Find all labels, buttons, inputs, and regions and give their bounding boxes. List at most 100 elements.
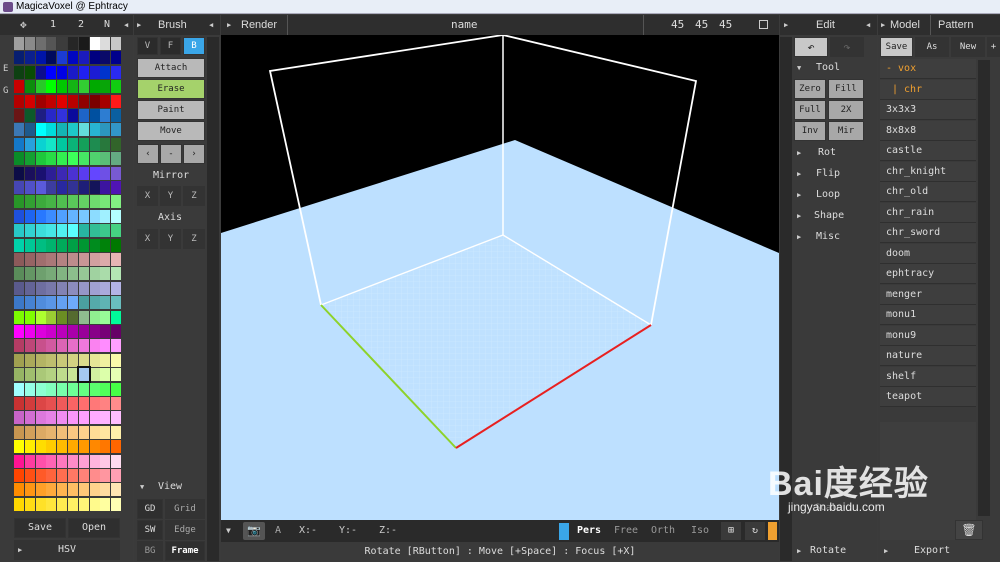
- palette-swatch[interactable]: [111, 253, 122, 266]
- palette-swatch[interactable]: [14, 152, 24, 166]
- palette-swatch[interactable]: [24, 310, 35, 324]
- palette-swatch[interactable]: [68, 339, 78, 353]
- palette-swatch[interactable]: [68, 253, 78, 266]
- palette-swatch[interactable]: [100, 181, 111, 194]
- brush-mode-f[interactable]: F: [160, 37, 181, 55]
- palette-swatch[interactable]: [46, 51, 57, 65]
- palette-swatch[interactable]: [68, 123, 78, 137]
- palette-swatch[interactable]: [78, 310, 89, 324]
- palette-swatch[interactable]: [24, 425, 35, 439]
- palette-swatch[interactable]: [78, 238, 89, 252]
- palette-swatch[interactable]: [57, 339, 68, 353]
- palette-swatch[interactable]: [35, 209, 46, 223]
- palette-swatch[interactable]: [46, 353, 57, 367]
- palette-swatch[interactable]: [35, 483, 46, 497]
- palette-swatch[interactable]: [68, 397, 78, 410]
- palette-swatch[interactable]: [46, 181, 57, 194]
- palette-swatch[interactable]: [78, 109, 89, 122]
- palette-tab-1[interactable]: 1: [50, 15, 56, 35]
- file-list-item[interactable]: | chr: [880, 79, 976, 100]
- expand-icon[interactable]: ▶: [881, 15, 885, 35]
- palette-swatch[interactable]: [24, 339, 35, 353]
- redo-icon[interactable]: ↷: [830, 37, 864, 57]
- file-list-item[interactable]: nature: [880, 346, 976, 366]
- model-name-field[interactable]: name: [451, 15, 478, 35]
- tab-model[interactable]: Model: [890, 15, 920, 35]
- palette-swatch[interactable]: [14, 51, 24, 65]
- palette-swatch[interactable]: [89, 37, 100, 50]
- palette-swatch[interactable]: [57, 454, 68, 468]
- palette-swatch[interactable]: [46, 281, 57, 295]
- palette-swatch[interactable]: [111, 368, 122, 382]
- palette-swatch[interactable]: [46, 94, 57, 108]
- palette-swatch[interactable]: [57, 397, 68, 410]
- brush-scrollbar[interactable]: [207, 37, 219, 561]
- palette-swatch[interactable]: [89, 80, 100, 94]
- palette-swatch[interactable]: [14, 296, 24, 310]
- palette-swatch[interactable]: [24, 94, 35, 108]
- erase-button[interactable]: Erase: [137, 79, 205, 99]
- palette-swatch[interactable]: [57, 325, 68, 338]
- palette-swatch[interactable]: [89, 382, 100, 396]
- palette-save-button[interactable]: Save: [14, 518, 66, 538]
- palette-swatch[interactable]: [68, 224, 78, 238]
- palette-swatch[interactable]: [14, 238, 24, 252]
- palette-swatch[interactable]: [68, 94, 78, 108]
- palette-swatch[interactable]: [14, 37, 24, 50]
- render-title[interactable]: Render: [241, 15, 277, 35]
- palette-swatch[interactable]: [35, 325, 46, 338]
- palette-swatch[interactable]: [89, 310, 100, 324]
- palette-swatch[interactable]: [100, 37, 111, 50]
- palette-swatch[interactable]: [100, 80, 111, 94]
- palette-swatch[interactable]: [78, 51, 89, 65]
- palette-swatch[interactable]: [76, 366, 91, 384]
- palette-swatch[interactable]: [57, 65, 68, 79]
- palette-swatch[interactable]: [111, 353, 122, 367]
- palette-swatch[interactable]: [57, 209, 68, 223]
- palette-swatch[interactable]: [57, 483, 68, 497]
- collapse-down-icon[interactable]: ▼: [226, 526, 231, 535]
- palette-swatch[interactable]: [89, 497, 100, 511]
- palette-swatch[interactable]: [89, 483, 100, 497]
- palette-swatch[interactable]: [14, 397, 24, 410]
- palette-swatch[interactable]: [24, 51, 35, 65]
- palette-swatch[interactable]: [24, 166, 35, 180]
- palette-tab-2[interactable]: 2: [78, 15, 84, 35]
- size-x[interactable]: 45: [671, 15, 684, 35]
- palette-swatch[interactable]: [24, 253, 35, 266]
- palette-swatch[interactable]: [78, 411, 89, 425]
- palette-swatch[interactable]: [78, 497, 89, 511]
- palette-swatch[interactable]: [14, 65, 24, 79]
- palette-swatch[interactable]: [68, 109, 78, 122]
- palette-swatch[interactable]: [57, 353, 68, 367]
- file-saveas-button[interactable]: As: [915, 37, 949, 57]
- file-list-item[interactable]: doom: [880, 243, 976, 264]
- palette-swatch[interactable]: [100, 397, 111, 410]
- palette-swatch[interactable]: [89, 65, 100, 79]
- palette-swatch[interactable]: [46, 195, 57, 209]
- palette-swatch[interactable]: [68, 65, 78, 79]
- camera-orth[interactable]: Orth: [651, 525, 675, 536]
- palette-swatch[interactable]: [68, 483, 78, 497]
- palette-swatch[interactable]: [24, 65, 35, 79]
- palette-swatch[interactable]: [100, 325, 111, 338]
- palette-swatch[interactable]: [100, 281, 111, 295]
- palette-swatch[interactable]: [35, 497, 46, 511]
- file-list-item[interactable]: monu1: [880, 305, 976, 325]
- palette-swatch[interactable]: [100, 339, 111, 353]
- palette-swatch[interactable]: [78, 94, 89, 108]
- palette-swatch[interactable]: [78, 123, 89, 137]
- palette-swatch[interactable]: [14, 353, 24, 367]
- palette-swatch[interactable]: [89, 181, 100, 194]
- palette-swatch[interactable]: [100, 51, 111, 65]
- palette-swatch[interactable]: [100, 109, 111, 122]
- file-list-item[interactable]: menger: [880, 284, 976, 305]
- palette-swatch[interactable]: [68, 37, 78, 50]
- palette-swatch[interactable]: [35, 296, 46, 310]
- palette-swatch[interactable]: [89, 411, 100, 425]
- palette-swatch[interactable]: [111, 94, 122, 108]
- rot-section[interactable]: ▶ Rot: [794, 144, 864, 162]
- file-list-item[interactable]: 3x3x3: [880, 100, 976, 120]
- palette-swatch[interactable]: [89, 94, 100, 108]
- bg-button[interactable]: BG: [137, 541, 163, 561]
